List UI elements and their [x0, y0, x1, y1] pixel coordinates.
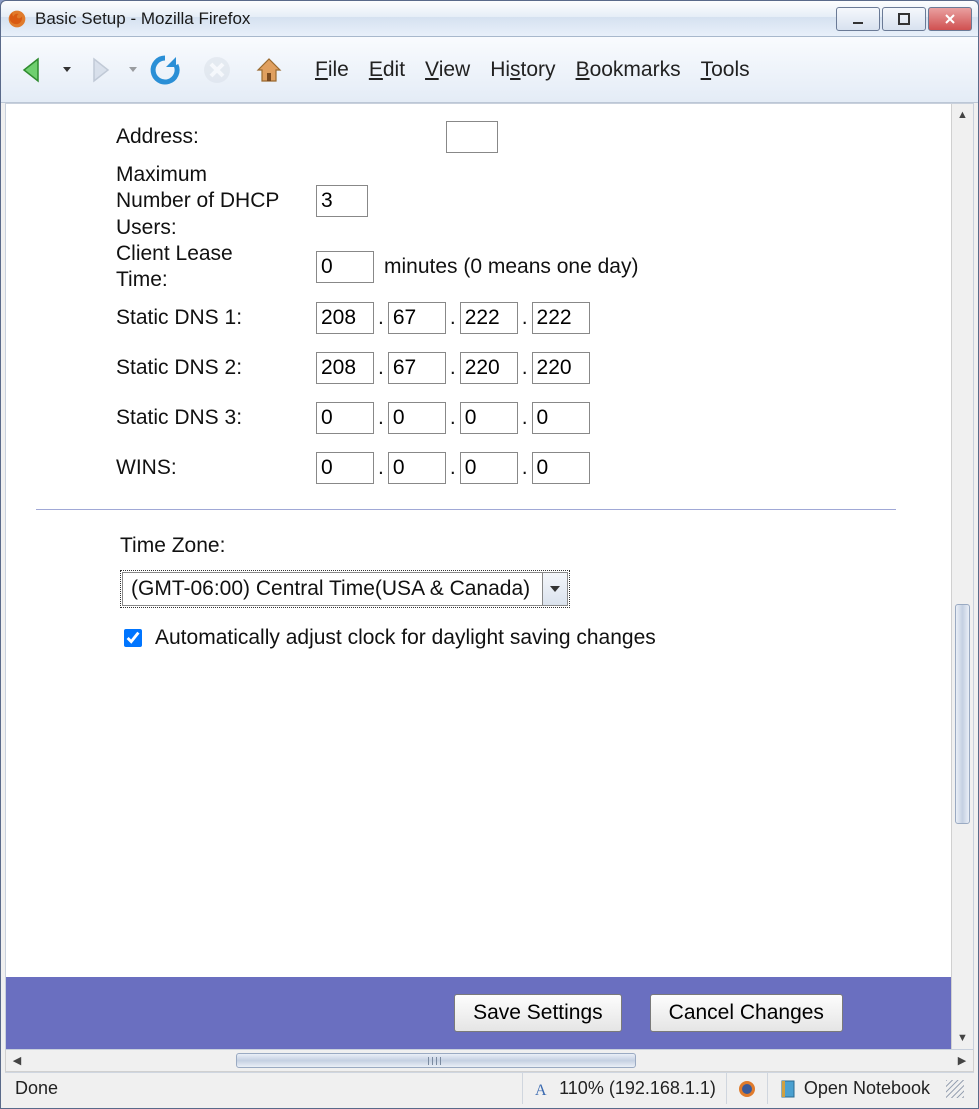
dns3-octet3-input[interactable]: [460, 402, 518, 434]
vertical-scroll-thumb[interactable]: [955, 604, 970, 824]
menu-tools[interactable]: Tools: [701, 58, 750, 82]
font-a-icon: A: [533, 1079, 553, 1099]
forward-button[interactable]: [75, 46, 123, 94]
horizontal-scrollbar[interactable]: ◀ ▶: [5, 1050, 974, 1072]
reload-button[interactable]: [141, 46, 189, 94]
wins-label: WINS:: [116, 456, 316, 480]
max-dhcp-users-label: Maximum Number of DHCP Users:: [116, 162, 316, 241]
dns1-octet3-input[interactable]: [460, 302, 518, 334]
dst-label: Automatically adjust clock for daylight …: [155, 626, 656, 650]
address-last-octet-input[interactable]: [446, 121, 498, 153]
dns2-octet1-input[interactable]: [316, 352, 374, 384]
scroll-down-button[interactable]: ▼: [952, 1027, 973, 1049]
form-footer: Save Settings Cancel Changes: [6, 977, 951, 1049]
dns3-octet4-input[interactable]: [532, 402, 590, 434]
section-divider: [36, 509, 896, 510]
zoom-indicator[interactable]: A 110% (192.168.1.1): [522, 1073, 726, 1104]
dns3-label: Static DNS 3:: [116, 406, 316, 430]
timezone-label: Time Zone:: [120, 534, 941, 558]
client-lease-time-units: minutes (0 means one day): [384, 255, 638, 279]
dns1-octet1-input[interactable]: [316, 302, 374, 334]
window-title: Basic Setup - Mozilla Firefox: [35, 9, 836, 29]
horizontal-scroll-thumb[interactable]: [236, 1053, 636, 1068]
maximize-button[interactable]: [882, 7, 926, 31]
titlebar: Basic Setup - Mozilla Firefox: [1, 1, 978, 37]
wins-octet1-input[interactable]: [316, 452, 374, 484]
browser-window: Basic Setup - Mozilla Firefox File Edit …: [0, 0, 979, 1109]
dropdown-arrow-icon: [542, 572, 568, 606]
dns2-octet4-input[interactable]: [532, 352, 590, 384]
wins-octet4-input[interactable]: [532, 452, 590, 484]
timezone-select[interactable]: (GMT-06:00) Central Time(USA & Canada): [120, 570, 570, 608]
menu-history[interactable]: History: [490, 58, 555, 82]
dns3-octet2-input[interactable]: [388, 402, 446, 434]
save-settings-button[interactable]: Save Settings: [454, 994, 622, 1032]
timezone-select-value: (GMT-06:00) Central Time(USA & Canada): [122, 572, 542, 606]
dns3-octet1-input[interactable]: [316, 402, 374, 434]
resize-grip-icon[interactable]: [946, 1080, 964, 1098]
max-dhcp-users-input[interactable]: [316, 185, 368, 217]
minimize-button[interactable]: [836, 7, 880, 31]
scroll-left-button[interactable]: ◀: [6, 1050, 28, 1071]
status-firefox-icon[interactable]: [726, 1073, 767, 1104]
vertical-scrollbar[interactable]: ▲ ▼: [951, 104, 973, 1049]
dns2-octet2-input[interactable]: [388, 352, 446, 384]
menu-file[interactable]: File: [315, 58, 349, 82]
dns2-label: Static DNS 2:: [116, 356, 316, 380]
firefox-icon: [737, 1079, 757, 1099]
back-button[interactable]: [9, 46, 57, 94]
dns1-octet2-input[interactable]: [388, 302, 446, 334]
statusbar: Done A 110% (192.168.1.1) Open Notebook: [5, 1072, 974, 1104]
menu-view[interactable]: View: [425, 58, 470, 82]
menu-edit[interactable]: Edit: [369, 58, 405, 82]
menu-bookmarks[interactable]: Bookmarks: [576, 58, 681, 82]
firefox-icon: [7, 9, 27, 29]
dns1-label: Static DNS 1:: [116, 306, 316, 330]
status-text: Done: [15, 1078, 522, 1099]
dns2-octet3-input[interactable]: [460, 352, 518, 384]
close-button[interactable]: [928, 7, 972, 31]
cancel-changes-button[interactable]: Cancel Changes: [650, 994, 843, 1032]
notebook-icon: [778, 1079, 798, 1099]
window-controls: [836, 7, 972, 31]
menubar: File Edit View History Bookmarks Tools: [315, 58, 750, 82]
scroll-right-button[interactable]: ▶: [951, 1050, 973, 1071]
stop-button[interactable]: [193, 46, 241, 94]
dns1-octet4-input[interactable]: [532, 302, 590, 334]
open-notebook-button[interactable]: Open Notebook: [767, 1073, 940, 1104]
address-label: Address:: [116, 125, 316, 149]
page-content: Address: Maximum Number of DHCP Users: C…: [6, 104, 951, 1049]
dst-checkbox[interactable]: [124, 629, 142, 647]
client-lease-time-label: Client Lease Time:: [116, 241, 316, 294]
back-history-caret-icon[interactable]: [63, 67, 71, 72]
wins-octet3-input[interactable]: [460, 452, 518, 484]
forward-history-caret-icon[interactable]: [129, 67, 137, 72]
home-button[interactable]: [245, 46, 293, 94]
wins-octet2-input[interactable]: [388, 452, 446, 484]
toolbar: File Edit View History Bookmarks Tools: [1, 37, 978, 103]
client-lease-time-input[interactable]: [316, 251, 374, 283]
content-area: Address: Maximum Number of DHCP Users: C…: [5, 103, 974, 1050]
svg-text:A: A: [535, 1082, 547, 1099]
scroll-up-button[interactable]: ▲: [952, 104, 973, 126]
